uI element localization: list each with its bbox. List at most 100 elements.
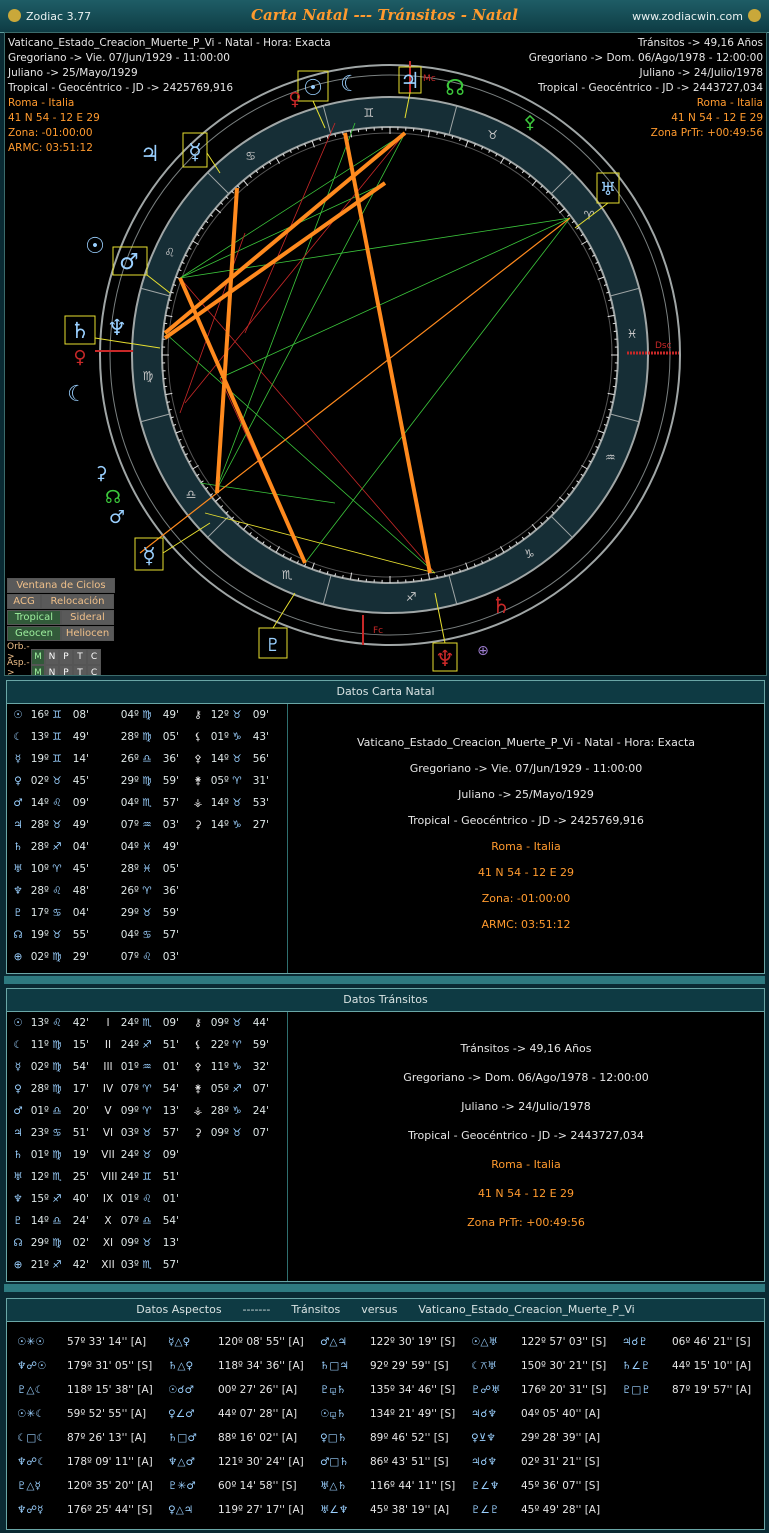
degree: 19º <box>30 753 49 765</box>
position-cell <box>191 880 281 902</box>
position-cell: 04º ♍ 49' <box>101 704 191 726</box>
position-row: ♆ 28º ♌ 48' 26º ♈ 36' <box>11 880 287 902</box>
geocentric-button[interactable]: Geocen <box>7 626 61 641</box>
degree: 07º <box>120 1215 139 1227</box>
aspect-row: ♇⚼♄ 135º 34' 46'' [S] <box>320 1378 470 1402</box>
degree: 28º <box>210 1105 229 1117</box>
position-cell: ⚷ 12º ♉ 09' <box>191 704 281 726</box>
position-cell: ☊ 19º ♉ 55' <box>11 924 101 946</box>
asp-m-toggle[interactable]: M <box>31 665 45 675</box>
aspect-glyphs: ♇∠♆ <box>471 1480 500 1492</box>
degree: 29º <box>120 907 139 919</box>
detail-line: Gregoriano -> Vie. 07/Jun/1929 - 11:00:0… <box>409 762 643 775</box>
transit-info-line: Roma - Italia <box>696 97 763 109</box>
planet-glyph: X <box>104 1215 112 1227</box>
degree: 07º <box>120 819 139 831</box>
aspect-glyphs: ☿△♀ <box>168 1336 191 1348</box>
asp-n-toggle[interactable]: N <box>45 665 59 675</box>
relocation-button[interactable]: Relocación <box>41 594 114 609</box>
position-cell: V 09º ♈ 13' <box>101 1100 191 1122</box>
natal-panel-header: Datos Carta Natal <box>7 681 764 704</box>
asp-c-toggle[interactable]: C <box>87 665 101 675</box>
position-row: ♃ 23º ♋ 51' VI 03º ♉ 57' ⚳ 09º ♉ 07' <box>11 1122 287 1144</box>
minutes: 59' <box>252 1039 269 1051</box>
detail-line: Vaticano_Estado_Creacion_Muerte_P_Vi - N… <box>356 736 696 749</box>
aspect-glyphs: ♄∠♇ <box>622 1360 651 1372</box>
planet-glyph: ⊕ <box>13 951 23 963</box>
asp-t-toggle[interactable]: T <box>73 665 87 675</box>
minutes: 36' <box>162 885 179 897</box>
planet-glyph: ♅ <box>13 863 23 875</box>
title-bar: Zodiac 3.77 Carta Natal --- Tránsitos - … <box>0 0 769 33</box>
position-row: ☾ 13º ♊ 49' 28º ♍ 05' ⚸ 01º ♑ 43' <box>11 726 287 748</box>
transit-node-icon: ☊ <box>445 76 465 101</box>
degree: 29º <box>120 775 139 787</box>
planet-glyph: ⚳ <box>194 1127 202 1139</box>
transit-details: Tránsitos -> 49,16 Años Gregoriano -> Dom… <box>288 1012 764 1281</box>
asp-label: Asp.-> <box>7 658 30 676</box>
aspect-value: 57º 33' 14'' [A] <box>67 1336 147 1348</box>
planet-glyph: ☾ <box>13 1039 23 1051</box>
sign-glyph: ♋ <box>52 1127 62 1139</box>
sign-glyph: ♏ <box>52 1171 62 1183</box>
degree: 04º <box>120 841 139 853</box>
aspect-row: ♂△♃ 122º 30' 19'' [S] <box>320 1330 470 1354</box>
cycles-window-button[interactable]: Ventana de Ciclos <box>7 578 115 593</box>
planet-glyph: ♂ <box>13 1105 23 1117</box>
sign-glyph: ♎ <box>52 1215 62 1227</box>
website-url[interactable]: www.zodiacwin.com <box>632 9 761 23</box>
website-label[interactable]: www.zodiacwin.com <box>632 10 743 23</box>
planet-glyph: ♀ <box>14 1083 22 1095</box>
sign-glyph: ♐ <box>232 1083 242 1095</box>
minutes: 13' <box>162 1237 179 1249</box>
aspect-value: 178º 09' 11'' [A] <box>67 1456 153 1468</box>
degree: 03º <box>120 1127 139 1139</box>
aspect-glyphs: ♇△☿ <box>17 1480 41 1492</box>
zodiac-sign-glyph: ♒ <box>605 451 616 465</box>
transits-panel-header: Datos Tránsitos <box>7 989 764 1012</box>
heliocentric-button[interactable]: Heliocen <box>61 626 114 641</box>
position-cell <box>191 858 281 880</box>
sign-glyph: ♌ <box>142 951 152 963</box>
sign-glyph: ♉ <box>142 1127 152 1139</box>
degree: 22º <box>210 1039 229 1051</box>
minutes: 03' <box>162 819 179 831</box>
aspect-value: 119º 27' 17'' [A] <box>218 1504 304 1516</box>
sign-glyph: ♈ <box>142 885 152 897</box>
transit-info: Tránsitos -> 49,16 Años Gregoriano -> Do… <box>529 36 763 141</box>
position-cell: I 24º ♏ 09' <box>101 1012 191 1034</box>
zodiac-sign-glyph: ♍ <box>143 369 154 383</box>
aspect-value: 89º 46' 52'' [S] <box>370 1432 449 1444</box>
aspect-value: 06º 46' 21'' [S] <box>672 1336 751 1348</box>
separator-bar <box>4 976 765 984</box>
planet-glyph: VIII <box>101 1171 118 1183</box>
aspect-value: 120º 35' 20'' [A] <box>67 1480 153 1492</box>
position-cell: 26º ♈ 36' <box>101 880 191 902</box>
position-row: ♅ 10º ♈ 45' 28º ♓ 05' <box>11 858 287 880</box>
natal-info-line: Gregoriano -> Vie. 07/Jun/1929 - 11:00:0… <box>8 52 230 64</box>
natal-info-line: Vaticano_Estado_Creacion_Muerte_P_Vi - N… <box>8 37 331 49</box>
sign-glyph: ♊ <box>52 753 62 765</box>
tropical-button[interactable]: Tropical <box>7 610 61 625</box>
natal-sun-icon: ☉ <box>85 234 105 259</box>
degree: 14º <box>210 753 229 765</box>
acg-button[interactable]: ACG <box>7 594 41 609</box>
position-cell <box>191 1144 281 1166</box>
aspect-value: 116º 44' 11'' [S] <box>370 1480 456 1492</box>
degree-tick <box>342 574 344 579</box>
position-cell: ♂ 14º ♌ 09' <box>11 792 101 814</box>
aspects-panel-header: Datos Aspectos ------- Tránsitos versus … <box>7 1299 764 1322</box>
position-cell <box>191 1166 281 1188</box>
astro-chart[interactable]: ♈ ♉ ♊ ♋ ♌ ♍ ♎ ♏ ♐ ♑ ♒ ♓ Mc Dsc Fc ☉ ☾ ♃ … <box>4 32 767 676</box>
asp-p-toggle[interactable]: P <box>59 665 73 675</box>
sidereal-button[interactable]: Sideral <box>61 610 114 625</box>
zodiac-sign-glyph: ♎ <box>186 487 197 501</box>
degree-tick <box>168 408 172 411</box>
minutes: 27' <box>252 819 269 831</box>
aspect-glyphs: ♄△♀ <box>168 1360 194 1372</box>
position-cell <box>191 836 281 858</box>
aspect-value: 29º 28' 39'' [A] <box>521 1432 601 1444</box>
degree-tick <box>608 299 612 302</box>
planet-glyph: IX <box>102 1193 114 1205</box>
minutes: 57' <box>162 929 179 941</box>
